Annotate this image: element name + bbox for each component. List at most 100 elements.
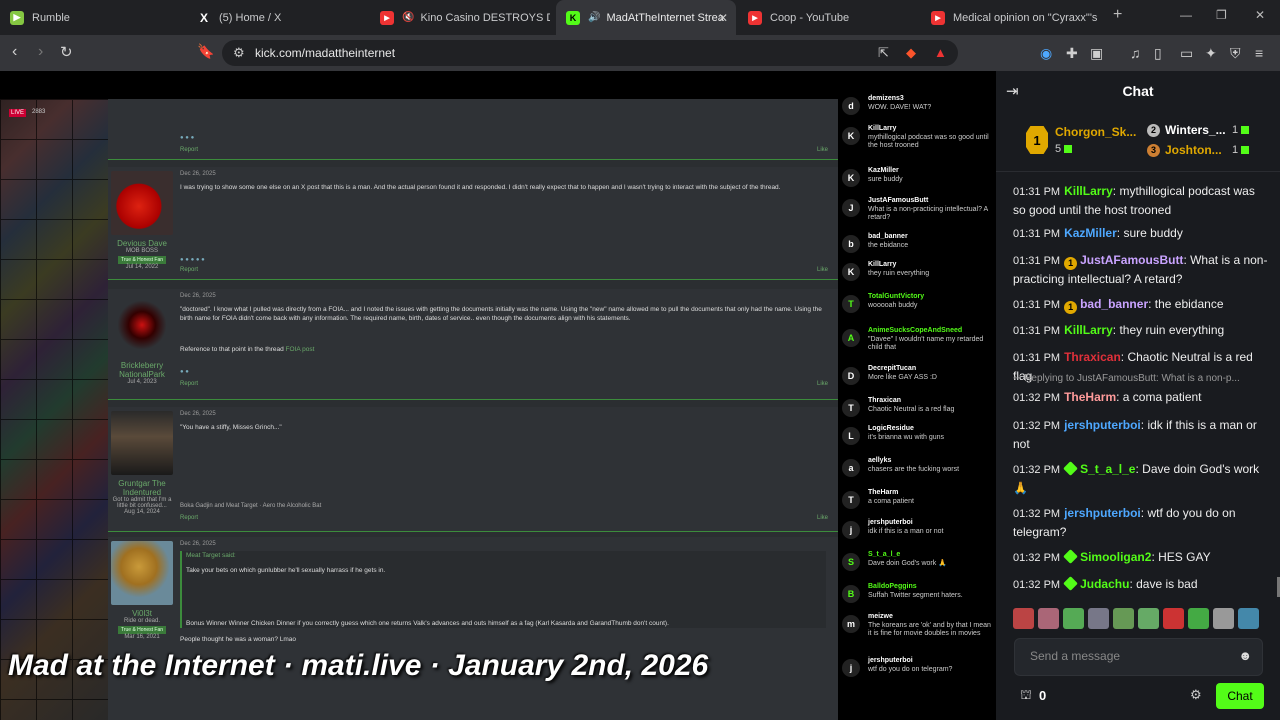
emote-icon[interactable] [1138, 608, 1159, 629]
leo-ai-icon[interactable]: ✦ [1205, 45, 1217, 62]
gift-icon [1241, 146, 1250, 155]
maximize-icon[interactable]: ❐ [1216, 8, 1227, 22]
chat-username[interactable]: bad_banner [1080, 297, 1148, 311]
chat-message: 01:32 PM Judachu: dave is bad [1013, 575, 1268, 594]
overlay-chat-message: K KazMiller sure buddy [838, 167, 996, 197]
leader-third-count: 1 [1232, 144, 1250, 156]
menu-icon[interactable]: ≡ [1255, 45, 1263, 61]
post-text: People thought he was a woman? Lmao [180, 636, 296, 643]
chat-username[interactable]: KillLarry [1064, 323, 1113, 337]
tab-medical-opinion[interactable]: ▶ Medical opinion on "Cyraxx"'s m [931, 0, 1101, 35]
post-text: "doctored". I know what I pulled was dir… [180, 306, 822, 322]
tab-coop-youtube[interactable]: ▶ Coop - YouTube [748, 0, 918, 35]
overlay-username: DecrepitTucan [868, 365, 917, 372]
viewer-count: 2883 [32, 109, 46, 115]
overlay-username: meizwe [868, 613, 893, 620]
overlay-message-text: What is a non-practicing intellectual? A… [868, 206, 988, 221]
overlay-username: Thraxican [868, 397, 902, 404]
message-input[interactable]: Send a message ☻ [1014, 638, 1263, 676]
forward-icon[interactable]: › [38, 43, 43, 61]
tab-title: Kino Casino DESTROYS DSP [420, 11, 550, 24]
tab-x[interactable]: X (5) Home / X [197, 0, 372, 35]
overlay-message-text: sure buddy [868, 176, 903, 183]
overlay-message-text: wtf do you do on telegram? [868, 666, 953, 673]
brave-rewards-icon[interactable]: ▲ [934, 45, 947, 60]
user-badge: True & Honest Fan [117, 626, 167, 634]
video-player[interactable]: LIVE 2883 ● ● ● Report Like Devious Dave… [0, 71, 996, 720]
emote-icon[interactable] [1238, 608, 1259, 629]
leader-third-name[interactable]: Joshton... [1165, 143, 1222, 157]
chat-username[interactable]: jershputerboi [1064, 506, 1141, 520]
chat-username[interactable]: KillLarry [1064, 184, 1113, 198]
sidebar-icon[interactable]: ▯ [1154, 45, 1162, 62]
tab-title: MadAtTheInternet Stream [606, 11, 725, 24]
channel-points-icon[interactable]: ⛫ [1020, 687, 1032, 705]
chat-settings-icon[interactable]: ⚙ [1190, 687, 1202, 703]
emote-icon[interactable] [1088, 608, 1109, 629]
tab-madattheinternet[interactable]: K 🔊 MadAtTheInternet Stream ✕ [556, 0, 736, 35]
chat-message: 01:32 PM Simooligan2: HES GAY [1013, 548, 1268, 567]
emote-icon[interactable] [1213, 608, 1234, 629]
wallet-icon[interactable]: ▭ [1180, 45, 1193, 62]
chat-footer: ⛫ 0 ⚙ Chat [996, 683, 1280, 713]
speaker-icon[interactable]: 🔊 [588, 12, 600, 23]
emote-icon[interactable] [1013, 608, 1034, 629]
emote-icon[interactable] [1038, 608, 1059, 629]
chat-username[interactable]: KazMiller [1064, 226, 1117, 240]
address-bar[interactable]: ⚙ kick.com/madattheinternet ⇱ ◆ ▲ [222, 40, 958, 66]
extension-icon[interactable]: ◉ [1040, 45, 1052, 62]
overlay-username: aellyks [868, 457, 892, 464]
emote-icon[interactable] [1163, 608, 1184, 629]
overlay-username: BalldoPeggins [868, 583, 917, 590]
leader-first-name[interactable]: Chorgon_Sk... [1055, 125, 1136, 139]
report-link: Report [180, 267, 199, 273]
emote-icon[interactable] [1113, 608, 1134, 629]
chat-username[interactable]: TheHarm [1064, 390, 1116, 404]
back-icon[interactable]: ‹ [12, 43, 17, 61]
emote-icon[interactable] [1063, 608, 1084, 629]
brave-shields-icon[interactable]: ◆ [906, 45, 916, 61]
chat-message: 01:32 PM S_t_a_l_e: Dave doin God's work … [1013, 460, 1268, 497]
reaction-icons: ● ● ● ● ● [180, 257, 205, 263]
send-chat-button[interactable]: Chat [1216, 683, 1264, 709]
overlay-message-text: More like GAY ASS :D [868, 374, 937, 381]
reply-indicator[interactable]: ↩ Replying to JustAFamousButt: What is a… [1013, 373, 1268, 384]
close-window-icon[interactable]: ✕ [1255, 8, 1265, 22]
close-tab-icon[interactable]: ✕ [718, 11, 728, 25]
stream-caption: Mad at the Internet · mati.live · Januar… [8, 649, 709, 682]
music-icon[interactable]: ♫ [1130, 45, 1141, 61]
avatar [111, 171, 173, 235]
overlay-message-text: WOW. DAVE! WAT? [868, 104, 932, 111]
post-author: Gruntgar The Indentured Got to admit tha… [110, 411, 174, 515]
chat-username[interactable]: Judachu [1080, 577, 1129, 591]
tab-rumble[interactable]: ▶ Rumble [10, 0, 190, 35]
reload-icon[interactable]: ↻ [60, 43, 73, 61]
new-tab-icon[interactable]: + [1113, 6, 1122, 24]
overlay-message-text: "Davee" I wouldn't name my retarded chil… [868, 336, 984, 351]
avatar: T [842, 399, 860, 417]
chat-username[interactable]: JustAFamousButt [1080, 253, 1183, 267]
bookmark-icon[interactable]: 🔖 [197, 43, 214, 60]
report-link: Report [180, 515, 199, 521]
avatar: D [842, 367, 860, 385]
emote-icon[interactable] [1188, 608, 1209, 629]
chat-username[interactable]: Simooligan2 [1080, 550, 1151, 564]
chat-message: 01:31 PM KillLarry: mythillogical podcast… [1013, 182, 1268, 219]
extensions-puzzle-icon[interactable]: ✚ [1066, 45, 1078, 62]
emoji-picker-icon[interactable]: ☻ [1238, 648, 1252, 663]
chat-username[interactable]: jershputerboi [1064, 418, 1141, 432]
share-icon[interactable]: ⇱ [878, 45, 889, 61]
forum-post: Brickleberry NationalPark Jul 4, 2023 De… [108, 289, 838, 400]
chat-username[interactable]: Thraxican [1064, 350, 1121, 364]
minimize-icon[interactable]: — [1180, 8, 1192, 22]
chat-username[interactable]: S_t_a_l_e [1080, 462, 1135, 476]
leader-second-name[interactable]: Winters_... [1165, 123, 1226, 137]
site-info-icon[interactable]: ⚙ [233, 45, 245, 61]
like-link: Like [816, 515, 828, 521]
forum-post: Vi0l3t Ride or dead. True & Honest Fan M… [108, 537, 838, 720]
tab-kino-casino[interactable]: ▶ 🔇 Kino Casino DESTROYS DSP [380, 0, 550, 35]
vpn-icon[interactable]: ⛨ [1230, 45, 1241, 62]
overlay-username: S_t_a_l_e [868, 551, 901, 558]
muted-icon[interactable]: 🔇 [402, 12, 414, 23]
screenshot-icon[interactable]: ▣ [1090, 45, 1103, 62]
